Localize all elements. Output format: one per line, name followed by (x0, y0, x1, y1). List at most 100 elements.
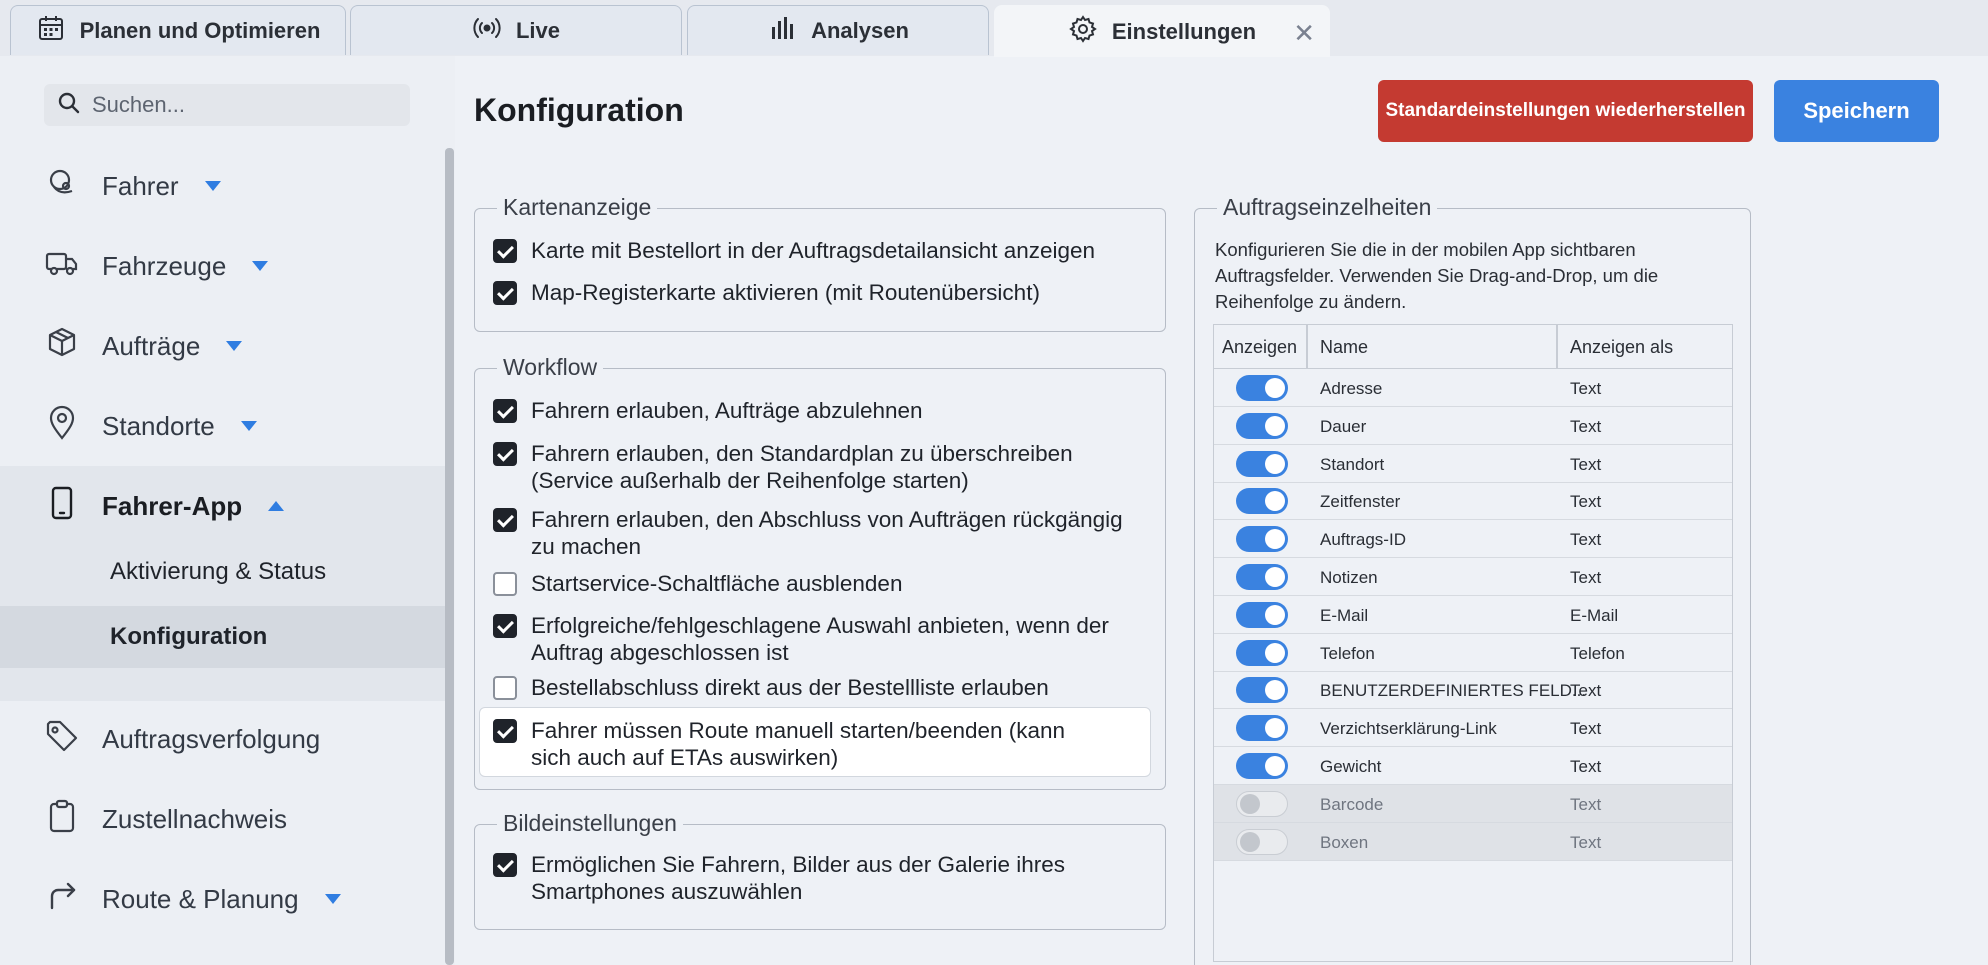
visibility-toggle[interactable] (1236, 639, 1288, 666)
column-divider (1556, 325, 1558, 369)
option-label: Fahrer müssen Route manuell starten/been… (531, 718, 1066, 770)
broadcast-icon (472, 13, 502, 49)
visibility-toggle[interactable] (1236, 715, 1288, 742)
table-row[interactable]: Zeitfenster Text (1214, 482, 1732, 521)
field-name: Gewicht (1320, 757, 1382, 776)
sidebar-item-standorte[interactable]: Standorte (0, 396, 445, 456)
checkbox[interactable] (493, 508, 517, 532)
sidebar-item-route-planung[interactable]: Route & Planung (0, 869, 445, 929)
sidebar-item-label: Fahrer (102, 170, 179, 201)
column-header: Name (1320, 337, 1369, 357)
option-bestellabschluss-liste[interactable]: Bestellabschluss direkt aus der Bestelll… (493, 674, 1049, 701)
close-icon[interactable]: ✕ (1293, 18, 1315, 49)
table-row[interactable]: Standort Text (1214, 445, 1732, 483)
table-row[interactable]: BENUTZERDEFINIERTES FELD... Text (1214, 671, 1732, 710)
calendar-icon (36, 13, 66, 49)
checkbox[interactable] (493, 676, 517, 700)
visibility-toggle[interactable] (1236, 677, 1288, 704)
table-row[interactable]: Notizen Text (1214, 558, 1732, 596)
option-karte-bestellort[interactable]: Karte mit Bestellort in der Auftragsdeta… (493, 237, 1095, 264)
table-row[interactable]: E-Mail E-Mail (1214, 596, 1732, 634)
table-row[interactable]: Barcode Text (1214, 784, 1732, 823)
column-header: Anzeigen als (1570, 337, 1674, 357)
visibility-toggle[interactable] (1236, 412, 1288, 439)
field-name: Auftrags-ID (1320, 530, 1406, 550)
visibility-toggle[interactable] (1236, 828, 1288, 855)
sidebar-item-auftragsverfolgung[interactable]: Auftragsverfolgung (0, 709, 445, 769)
option-route-manuell-starten[interactable]: Fahrer müssen Route manuell starten/been… (493, 717, 1111, 771)
clipboard-icon (44, 798, 80, 841)
option-abschluss-rueckgaengig[interactable]: Fahrern erlauben, den Abschluss von Auft… (493, 506, 1131, 560)
box-icon (44, 325, 80, 368)
visibility-toggle[interactable] (1236, 790, 1288, 817)
table-row[interactable]: Adresse Text (1214, 369, 1732, 407)
table-row[interactable]: Auftrags-ID Text (1214, 520, 1732, 559)
checkbox[interactable] (493, 614, 517, 638)
search-input[interactable] (92, 92, 392, 118)
column-divider (1306, 325, 1308, 369)
option-startservice-ausblenden[interactable]: Startservice-Schaltfläche ausblenden (493, 570, 902, 597)
reset-defaults-button[interactable]: Standardeinstellungen wiederherstellen (1378, 80, 1753, 142)
chevron-down-icon (226, 341, 243, 351)
tab-planen-und-optimieren[interactable]: Planen und Optimieren (10, 5, 346, 55)
tab-bar: Planen und Optimieren Live Analysen Eins… (0, 0, 1988, 57)
sidebar-item-label: Fahrzeuge (102, 250, 227, 281)
table-row[interactable]: Dauer Text (1214, 407, 1732, 445)
visibility-toggle[interactable] (1236, 526, 1288, 553)
visibility-toggle[interactable] (1236, 375, 1288, 401)
checkbox[interactable] (493, 281, 517, 305)
visibility-toggle[interactable] (1236, 488, 1288, 515)
sidebar-item-label: Auftragsverfolgung (102, 723, 321, 754)
sidebar-item-zustellnachweis[interactable]: Zustellnachweis (0, 789, 445, 849)
option-standardplan-ueberschreiben[interactable]: Fahrern erlauben, den Standardplan zu üb… (493, 440, 1091, 494)
field-name: Verzichtserklärung-Link (1320, 719, 1497, 739)
sidebar-scrollbar[interactable] (445, 148, 454, 965)
field-name: BENUTZERDEFINIERTES FELD... (1320, 681, 1587, 701)
section-legend: Bildeinstellungen (497, 810, 683, 837)
sidebar-subitem-aktivierung[interactable]: Aktivierung & Status (0, 541, 445, 603)
sidebar-item-label: Route & Planung (102, 883, 299, 914)
checkbox[interactable] (493, 853, 517, 877)
visibility-toggle[interactable] (1236, 753, 1288, 779)
visibility-toggle[interactable] (1236, 564, 1288, 590)
checkbox[interactable] (493, 719, 517, 743)
sidebar-item-fahrer[interactable]: Fahrer (0, 156, 445, 216)
sidebar-item-label: Standorte (102, 410, 215, 441)
tab-analysen[interactable]: Analysen (687, 5, 989, 55)
tab-live[interactable]: Live (350, 5, 682, 55)
field-display-as: Text (1570, 757, 1602, 776)
sidebar-item-fahrer-app[interactable]: Fahrer-App (0, 476, 445, 536)
sidebar: Fahrer Fahrzeuge Aufträge Standorte Fahr… (0, 56, 455, 965)
table-row[interactable]: Verzichtserklärung-Link Text (1214, 709, 1732, 748)
driver-icon (44, 165, 80, 208)
sidebar-subitem-konfiguration[interactable]: Konfiguration (0, 606, 445, 668)
tab-einstellungen[interactable]: Einstellungen ✕ (994, 5, 1330, 57)
tab-label: Live (515, 17, 561, 43)
smartphone-icon (44, 485, 80, 528)
option-auftraege-ablehnen[interactable]: Fahrern erlauben, Aufträge abzulehnen (493, 397, 1131, 424)
tab-label: Analysen (811, 17, 909, 43)
sidebar-item-fahrzeuge[interactable]: Fahrzeuge (0, 236, 445, 296)
table-row[interactable]: Telefon Telefon (1214, 634, 1732, 672)
table-row[interactable]: Gewicht Text (1214, 747, 1732, 785)
checkbox[interactable] (493, 399, 517, 423)
field-display-as: Text (1570, 832, 1602, 852)
table-row[interactable]: Boxen Text (1214, 822, 1732, 861)
tab-label: Planen und Optimieren (79, 17, 321, 43)
option-bilder-galerie[interactable]: Ermöglichen Sie Fahrern, Bilder aus der … (493, 851, 1091, 905)
truck-icon (44, 245, 80, 288)
section-description: Konfigurieren Sie die in der mobilen App… (1215, 239, 1659, 312)
field-name: Notizen (1320, 568, 1378, 587)
visibility-toggle[interactable] (1236, 450, 1288, 477)
option-erfolg-fehlgeschlagen[interactable]: Erfolgreiche/fehlgeschlagene Auswahl anb… (493, 612, 1131, 666)
option-map-registerkarte[interactable]: Map-Registerkarte aktivieren (mit Routen… (493, 279, 1040, 306)
field-display-as: Telefon (1570, 643, 1625, 663)
checkbox[interactable] (493, 572, 517, 596)
visibility-toggle[interactable] (1236, 601, 1288, 628)
checkbox[interactable] (493, 239, 517, 263)
save-button[interactable]: Speichern (1774, 80, 1939, 142)
checkbox[interactable] (493, 442, 517, 466)
field-display-as: E-Mail (1570, 605, 1619, 625)
sidebar-item-label: Aufträge (102, 330, 201, 361)
sidebar-item-auftraege[interactable]: Aufträge (0, 316, 445, 376)
